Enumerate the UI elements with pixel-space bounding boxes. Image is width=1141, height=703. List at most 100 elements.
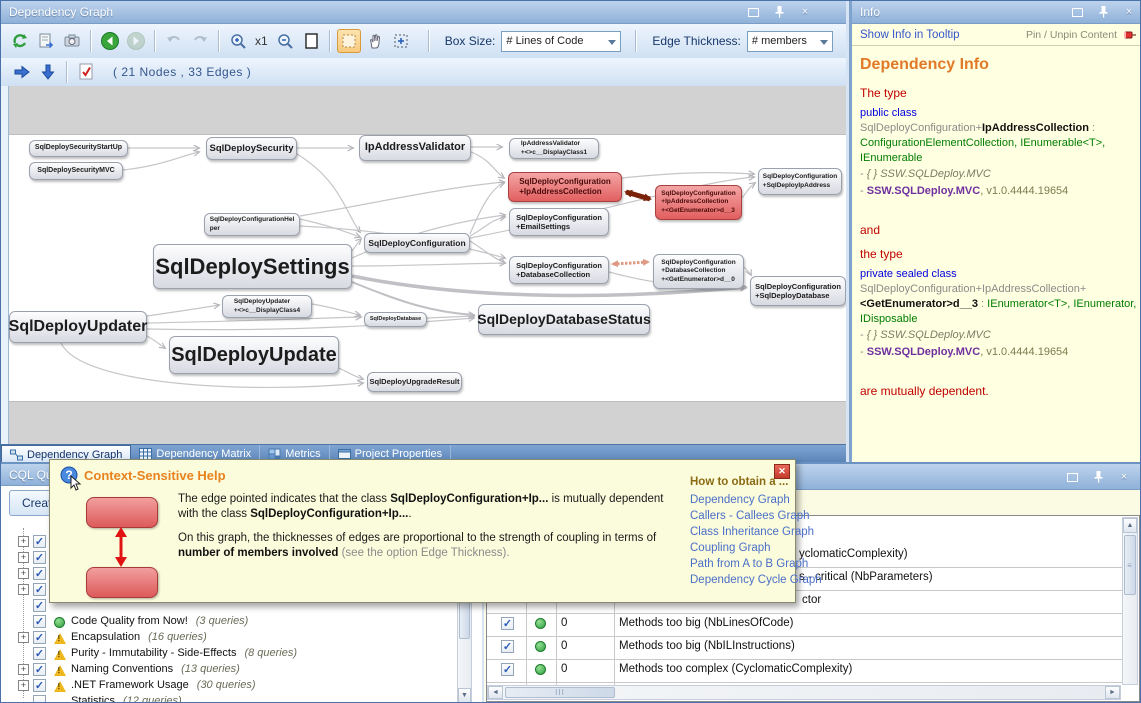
arrow-down-icon[interactable] <box>36 60 60 84</box>
scroll-down-icon[interactable]: ▼ <box>458 688 471 703</box>
graph-node[interactable]: SqlDeployConfiguration +SqlDeployDatabas… <box>750 276 846 306</box>
graph-node[interactable]: SqlDeployConfiguration +EmailSettings <box>509 208 609 236</box>
graph-node[interactable]: SqlDeployConfiguration +SqlDeployIpAddre… <box>758 168 842 195</box>
pin-icon[interactable] <box>1095 5 1111 19</box>
arrow-right-icon[interactable] <box>10 60 34 84</box>
query-group-row[interactable]: ✓Code Quality from Now!(3 queries) <box>1 613 457 629</box>
graph-node[interactable]: SqlDeployConfiguration +DatabaseCollecti… <box>509 256 609 284</box>
graph-node[interactable]: SqlDeployConfiguration +IpAddressCollect… <box>655 185 742 220</box>
graph-node[interactable]: SqlDeployUpgradeResult <box>367 372 462 392</box>
query-group-checkbox[interactable]: ✓ <box>33 583 46 596</box>
graph-node[interactable]: SqlDeploySettings <box>153 244 352 289</box>
query-group-checkbox[interactable]: ✓ <box>33 647 46 660</box>
query-group-checkbox[interactable]: ✓ <box>33 631 46 644</box>
info-statement: and <box>860 223 1137 237</box>
scroll-up-icon[interactable]: ▲ <box>1123 518 1137 533</box>
zoom-region-icon[interactable] <box>389 29 413 53</box>
rule-row[interactable]: ✓0Methods too big (NbLinesOfCode) <box>487 613 1122 637</box>
refresh-icon[interactable] <box>8 29 32 53</box>
query-group-row[interactable]: +✓Naming Conventions(13 queries) <box>1 661 457 677</box>
query-group-checkbox[interactable]: ✓ <box>33 663 46 676</box>
pin-unpin-label[interactable]: Pin / Unpin Content <box>1026 29 1117 41</box>
graph-node[interactable]: SqlDeployUpdater +<>c__DisplayClass4 <box>222 295 312 318</box>
expand-plus-icon[interactable]: + <box>18 680 29 691</box>
rule-row[interactable]: ✓0Methods too big (NbILInstructions) <box>487 636 1122 660</box>
query-group-checkbox[interactable]: ✓ <box>33 679 46 692</box>
help-link[interactable]: Class Inheritance Graph <box>690 524 790 540</box>
red-pushpin-icon[interactable] <box>1123 28 1137 42</box>
scroll-left-icon[interactable]: ◄ <box>488 686 503 699</box>
pin-icon[interactable] <box>1090 470 1106 484</box>
help-link[interactable]: Coupling Graph <box>690 540 790 556</box>
query-group-checkbox[interactable] <box>33 695 46 703</box>
rule-checkbox[interactable]: ✓ <box>501 663 514 676</box>
expand-plus-icon[interactable]: + <box>18 536 29 547</box>
graph-node[interactable]: IpAddressValidator <box>359 135 471 161</box>
help-paragraph: The edge pointed indicates that the clas… <box>178 492 683 522</box>
pan-hand-icon[interactable] <box>363 29 387 53</box>
marquee-select-icon[interactable] <box>337 29 361 53</box>
query-group-row[interactable]: +✓Encapsulation(16 queries) <box>1 629 457 645</box>
zoom-out-icon[interactable] <box>273 29 297 53</box>
rule-row[interactable]: ✓0Methods too complex (CyclomaticComplex… <box>487 659 1122 683</box>
graph-node[interactable]: SqlDeployConfigurationHel per <box>204 213 300 236</box>
help-link[interactable]: Callers - Callees Graph <box>690 508 790 524</box>
graph-node[interactable]: SqlDeploySecurityMVC <box>29 162 123 180</box>
rule-label: yclomaticComplexity) <box>799 548 908 560</box>
float-window-icon[interactable] <box>1064 470 1080 484</box>
edge-thickness-dropdown[interactable]: # members <box>747 31 833 52</box>
fit-page-icon[interactable] <box>299 29 323 53</box>
query-group-row[interactable]: ✓Purity - Immutability - Side-Effects(8 … <box>1 645 457 661</box>
graph-node[interactable]: SqlDeploySecurityStartUp <box>29 140 128 157</box>
query-group-checkbox[interactable]: ✓ <box>33 615 46 628</box>
rule-checkbox[interactable]: ✓ <box>501 617 514 630</box>
undo-icon[interactable] <box>162 29 186 53</box>
zoom-in-icon[interactable] <box>226 29 250 53</box>
rules-horizontal-scrollbar[interactable]: ◄ III ► <box>487 685 1121 700</box>
query-group-checkbox[interactable]: ✓ <box>33 567 46 580</box>
rules-vertical-scrollbar[interactable]: ▲ ≡ <box>1122 517 1138 685</box>
query-group-checkbox[interactable]: ✓ <box>33 551 46 564</box>
validate-check-icon[interactable] <box>74 60 98 84</box>
graph-canvas[interactable]: SqlDeploySecurityStartUp SqlDeploySecurit… <box>1 86 846 444</box>
expand-plus-icon[interactable]: + <box>18 552 29 563</box>
graph-node[interactable]: SqlDeployDatabaseStatus <box>478 304 650 335</box>
scrollbar-thumb[interactable] <box>459 597 470 639</box>
close-icon[interactable]: × <box>1121 5 1137 19</box>
help-link[interactable]: Dependency Graph <box>690 492 790 508</box>
graph-node[interactable]: IpAddressValidator +<>c__DisplayClass1 <box>509 138 599 159</box>
query-group-row[interactable]: +✓.NET Framework Usage(30 queries) <box>1 677 457 693</box>
close-icon[interactable]: × <box>797 5 813 19</box>
query-group-row[interactable]: Statistics(12 queries) <box>1 693 457 703</box>
rule-checkbox[interactable]: ✓ <box>501 640 514 653</box>
expand-plus-icon[interactable]: + <box>18 664 29 675</box>
back-icon[interactable] <box>98 29 122 53</box>
box-size-dropdown[interactable]: # Lines of Code <box>501 31 621 52</box>
show-info-tooltip-link[interactable]: Show Info in Tooltip <box>860 29 960 41</box>
graph-node[interactable]: SqlDeployConfiguration <box>364 233 470 253</box>
graph-node[interactable]: SqlDeployDatabase <box>364 312 427 327</box>
pin-icon[interactable] <box>771 5 787 19</box>
scroll-right-icon[interactable]: ► <box>1105 686 1120 699</box>
graph-node[interactable]: SqlDeployUpdater <box>9 311 147 343</box>
expand-plus-icon[interactable]: + <box>18 632 29 643</box>
scrollbar-thumb[interactable]: III <box>505 687 615 698</box>
graph-node[interactable]: SqlDeploySecurity <box>206 137 297 160</box>
query-group-checkbox[interactable]: ✓ <box>33 535 46 548</box>
float-window-icon[interactable] <box>745 5 761 19</box>
camera-icon[interactable] <box>60 29 84 53</box>
scrollbar-thumb[interactable]: ≡ <box>1124 535 1136 595</box>
help-link[interactable]: Dependency Cycle Graph <box>690 572 790 588</box>
expand-plus-icon[interactable]: + <box>18 568 29 579</box>
expand-plus-icon[interactable]: + <box>18 584 29 595</box>
forward-icon[interactable] <box>124 29 148 53</box>
graph-node[interactable]: SqlDeployConfiguration +DatabaseCollecti… <box>653 254 744 289</box>
help-link[interactable]: Path from A to B Graph <box>690 556 790 572</box>
close-icon[interactable]: × <box>1116 470 1132 484</box>
query-group-checkbox[interactable]: ✓ <box>33 599 46 612</box>
graph-node[interactable]: SqlDeployConfiguration +IpAddressCollect… <box>508 172 622 202</box>
graph-node[interactable]: SqlDeployUpdate <box>169 336 339 374</box>
float-window-icon[interactable] <box>1069 5 1085 19</box>
redo-icon[interactable] <box>188 29 212 53</box>
export-graph-icon[interactable] <box>34 29 58 53</box>
